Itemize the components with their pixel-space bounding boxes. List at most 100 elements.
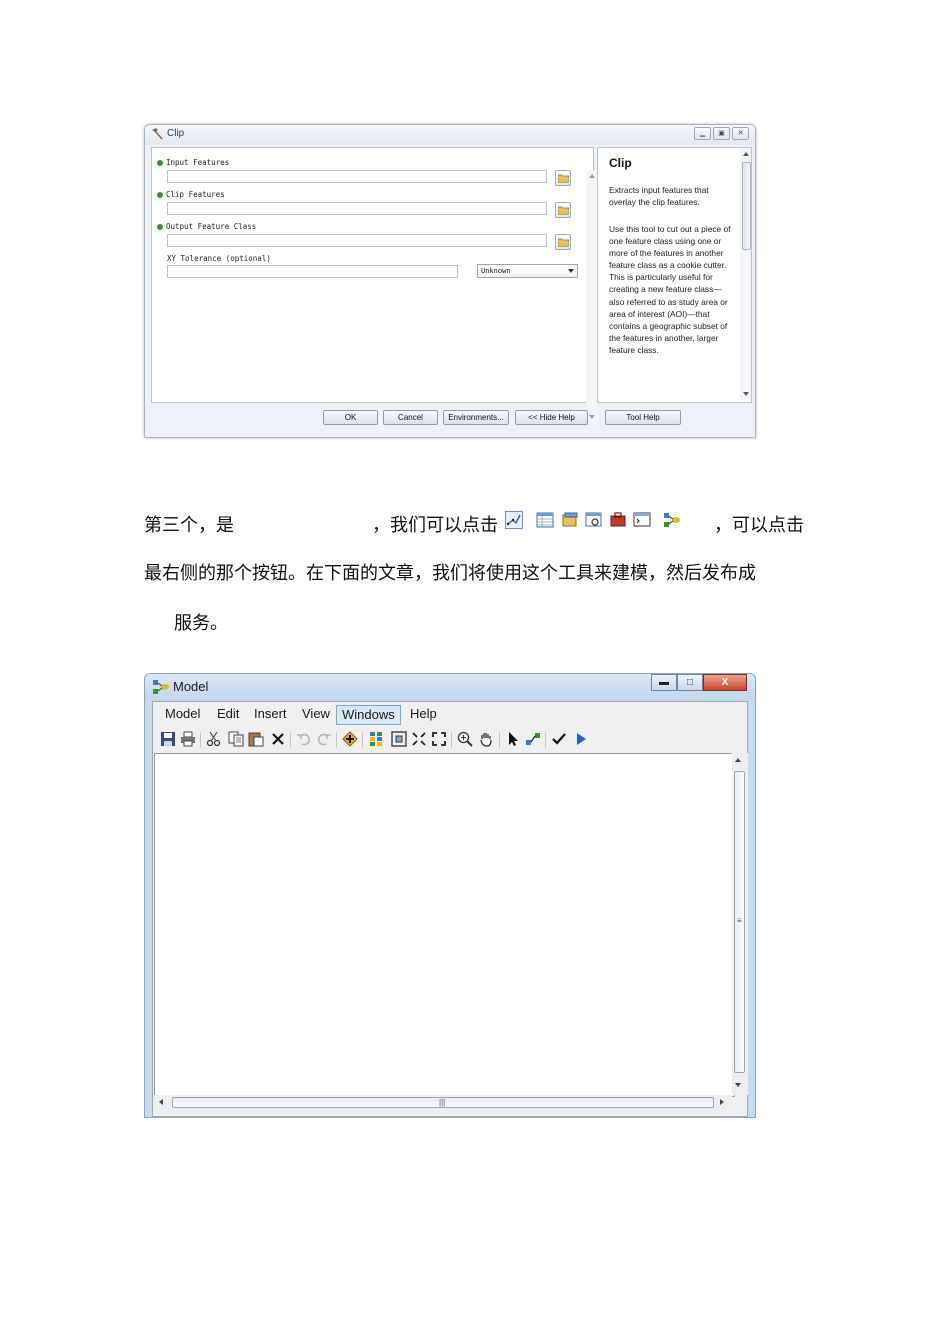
arctoolbox-icon bbox=[610, 512, 626, 527]
clip-titlebar[interactable]: Clip ▁ ▣ ✕ bbox=[145, 125, 755, 145]
xy-tolerance-field[interactable] bbox=[167, 265, 458, 278]
scroll-left-icon[interactable] bbox=[159, 1099, 163, 1105]
print-icon[interactable] bbox=[180, 731, 196, 747]
paragraph-line1-start: 第三个，是 bbox=[144, 515, 234, 536]
vertical-scrollbar[interactable]: ≡ bbox=[732, 753, 748, 1095]
select-icon[interactable] bbox=[505, 731, 521, 747]
hammer-icon bbox=[152, 128, 163, 140]
help-pane: Clip Extracts input features that overla… bbox=[597, 147, 752, 403]
browse-output-button[interactable] bbox=[555, 234, 571, 250]
catalog-icon bbox=[562, 512, 578, 527]
menu-help[interactable]: Help bbox=[405, 705, 442, 725]
folder-icon bbox=[558, 238, 569, 247]
folder-icon bbox=[558, 174, 569, 183]
delete-icon[interactable] bbox=[270, 731, 286, 747]
menu-model[interactable]: Model bbox=[160, 705, 205, 725]
grip-icon: ≡ bbox=[737, 916, 742, 925]
dropdown-arrow-icon bbox=[568, 269, 574, 273]
close-button[interactable]: ✕ bbox=[732, 127, 749, 140]
connect-icon[interactable] bbox=[525, 731, 541, 747]
input-features-field[interactable] bbox=[167, 170, 547, 183]
scroll-up-icon[interactable] bbox=[743, 152, 749, 156]
menu-insert[interactable]: Insert bbox=[249, 705, 292, 725]
table-icon bbox=[536, 512, 554, 528]
menu-windows[interactable]: Windows bbox=[336, 705, 401, 725]
editor-toolbar-icon bbox=[505, 511, 523, 529]
model-title: Model bbox=[173, 679, 209, 694]
paragraph-line3: 服务。 bbox=[174, 613, 228, 634]
zoom-in-icon[interactable] bbox=[457, 731, 473, 747]
save-icon[interactable] bbox=[160, 731, 176, 747]
fixed-zoom-out-icon[interactable] bbox=[431, 731, 447, 747]
parameters-pane: Input Features Clip Features Output Feat… bbox=[151, 147, 598, 424]
menu-edit[interactable]: Edit bbox=[212, 705, 244, 725]
param-label-input-features: Input Features bbox=[157, 158, 229, 167]
help-scroll-thumb[interactable] bbox=[742, 162, 751, 250]
model-toolbar bbox=[153, 728, 747, 752]
model-titlebar[interactable]: Model ▬ □ X bbox=[145, 674, 755, 700]
param-label-xy-tolerance: XY Tolerance (optional) bbox=[167, 254, 271, 263]
scroll-up-icon[interactable] bbox=[735, 758, 741, 762]
scroll-up-icon[interactable] bbox=[589, 174, 595, 178]
folder-icon bbox=[558, 206, 569, 215]
required-dot-icon bbox=[157, 224, 163, 230]
toolbar-separator bbox=[200, 732, 201, 748]
menu-bar: Model Edit Insert View Windows Help bbox=[153, 702, 747, 726]
help-summary: Extracts input features that overlay the… bbox=[609, 185, 709, 208]
xy-tolerance-unit-select[interactable]: Unknown bbox=[477, 264, 578, 278]
full-extent-icon[interactable] bbox=[391, 731, 407, 747]
scroll-down-icon[interactable] bbox=[743, 392, 749, 396]
clip-dialog: Clip ▁ ▣ ✕ Input Features Clip Features … bbox=[144, 124, 756, 438]
output-feature-class-field[interactable] bbox=[167, 234, 547, 247]
auto-layout-icon[interactable] bbox=[368, 731, 384, 747]
search-window-icon bbox=[585, 512, 602, 527]
model-canvas[interactable] bbox=[154, 753, 735, 1097]
fixed-zoom-in-icon[interactable] bbox=[411, 731, 427, 747]
scroll-down-icon[interactable] bbox=[735, 1083, 741, 1087]
minimize-button[interactable]: ▬ bbox=[651, 674, 677, 691]
scroll-down-icon[interactable] bbox=[589, 415, 595, 419]
toolbar-separator bbox=[451, 732, 452, 748]
cancel-button[interactable]: Cancel bbox=[383, 410, 438, 425]
scroll-right-icon[interactable] bbox=[720, 1099, 724, 1105]
clip-title: Clip bbox=[167, 128, 185, 139]
paste-icon[interactable] bbox=[248, 731, 264, 747]
cut-icon[interactable] bbox=[206, 731, 222, 747]
ok-button[interactable]: OK bbox=[323, 410, 378, 425]
browse-clip-button[interactable] bbox=[555, 202, 571, 218]
add-data-icon[interactable] bbox=[342, 731, 358, 747]
pan-icon[interactable] bbox=[478, 731, 494, 747]
paragraph-line2: 最右侧的那个按钮。在下面的文章，我们将使用这个工具来建模，然后发布成 bbox=[144, 563, 756, 584]
validate-icon[interactable] bbox=[551, 731, 567, 747]
close-button[interactable]: X bbox=[703, 674, 747, 691]
copy-icon[interactable] bbox=[228, 731, 244, 747]
horizontal-scrollbar[interactable]: ||| bbox=[154, 1095, 732, 1111]
help-scrollbar[interactable] bbox=[740, 148, 751, 400]
param-label-output-feature-class: Output Feature Class bbox=[157, 222, 256, 231]
paragraph-line1-end: ，可以点击 bbox=[714, 515, 804, 536]
toolbar-separator bbox=[290, 732, 291, 748]
toolbar-separator bbox=[545, 732, 546, 748]
maximize-button[interactable]: □ bbox=[677, 674, 703, 691]
redo-icon[interactable] bbox=[316, 731, 332, 747]
minimize-button[interactable]: ▁ bbox=[694, 127, 711, 140]
toolbar-separator bbox=[362, 732, 363, 748]
menu-view[interactable]: View bbox=[297, 705, 335, 725]
browse-input-button[interactable] bbox=[555, 170, 571, 186]
help-usage: Use this tool to cut out a piece of one … bbox=[609, 224, 731, 355]
param-label-clip-features: Clip Features bbox=[157, 190, 225, 199]
clip-features-field[interactable] bbox=[167, 202, 547, 215]
required-dot-icon bbox=[157, 160, 163, 166]
run-icon[interactable] bbox=[573, 731, 589, 747]
vertical-scroll-thumb[interactable]: ≡ bbox=[734, 771, 745, 1073]
modelbuilder-icon bbox=[153, 680, 169, 694]
toolbar-separator bbox=[336, 732, 337, 748]
undo-icon[interactable] bbox=[296, 731, 312, 747]
environments-button[interactable]: Environments... bbox=[443, 410, 509, 425]
horizontal-scroll-thumb[interactable]: ||| bbox=[172, 1097, 714, 1108]
tool-help-button[interactable]: Tool Help bbox=[605, 410, 681, 425]
restore-button[interactable]: ▣ bbox=[713, 127, 730, 140]
hide-help-button[interactable]: << Hide Help bbox=[515, 410, 588, 425]
inline-standard-toolbar-image bbox=[505, 509, 689, 531]
model-window: Model ▬ □ X Model Edit Insert View Windo… bbox=[144, 673, 756, 1118]
